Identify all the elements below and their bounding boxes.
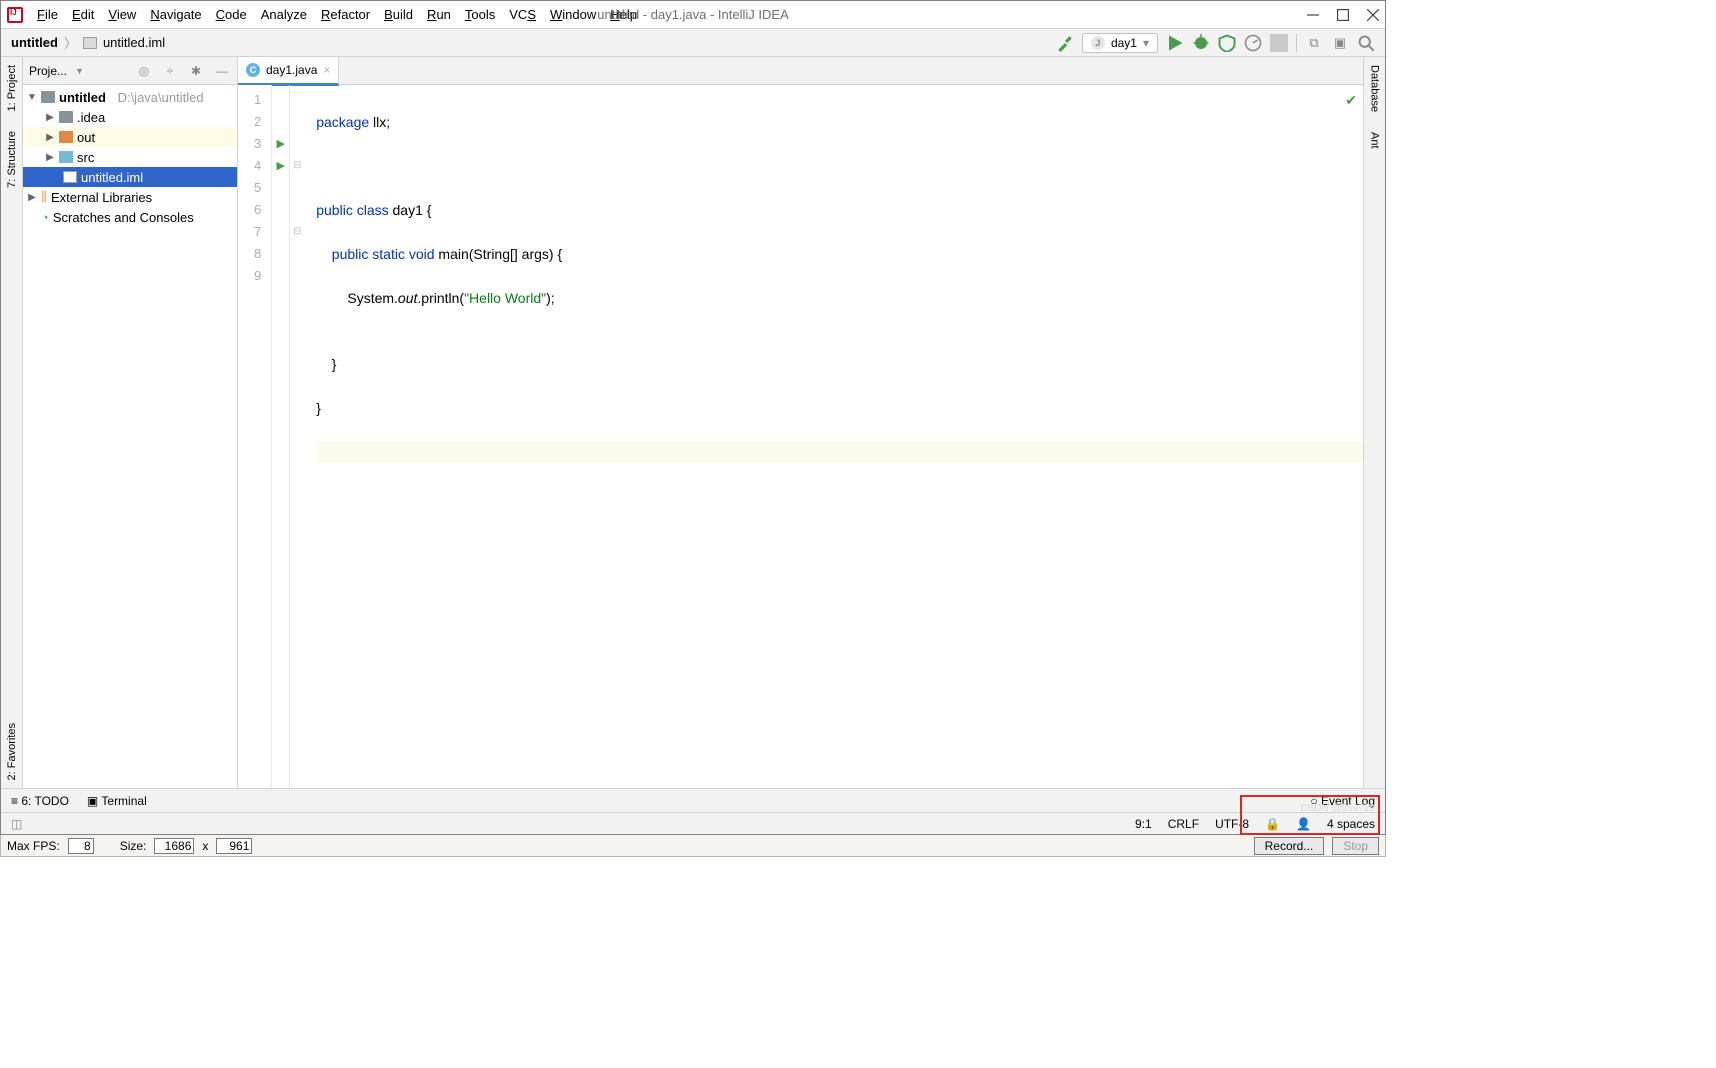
breadcrumb[interactable]: untitled 〉 untitled.iml (11, 33, 165, 52)
chevron-right-icon: 〉 (64, 33, 77, 52)
minimize-icon[interactable] (1307, 9, 1319, 21)
debug-icon[interactable] (1192, 34, 1210, 52)
tree-node-external-libs[interactable]: ▶⫼External Libraries (23, 187, 237, 207)
java-class-icon: C (246, 63, 260, 77)
run-config-combo[interactable]: J day1 ▾ (1082, 33, 1158, 53)
tool-todo[interactable]: ≡ 6: TODO (11, 794, 69, 808)
gear-icon[interactable]: ✱ (187, 62, 205, 80)
scratch-icon: ◔ (41, 210, 49, 225)
menu-edit[interactable]: Edit (72, 7, 94, 22)
coverage-icon[interactable] (1218, 34, 1236, 52)
panel-title: Proje... (29, 64, 67, 78)
profiler-icon[interactable] (1244, 34, 1262, 52)
search-everywhere-icon[interactable] (1357, 34, 1375, 52)
sidebar-tab-favorites[interactable]: 2: Favorites (6, 723, 18, 780)
menu-build[interactable]: Build (384, 7, 413, 22)
separator (1296, 34, 1297, 52)
build-hammer-icon[interactable] (1056, 34, 1074, 52)
presentation-icon[interactable]: ▣ (1331, 34, 1349, 52)
window-title: untitled - day1.java - IntelliJ IDEA (597, 7, 788, 22)
menu-window[interactable]: Window (550, 7, 596, 22)
file-icon (63, 171, 77, 183)
status-caret-pos[interactable]: 9:1 (1135, 817, 1152, 831)
status-encoding[interactable]: UTF-8 (1215, 817, 1249, 831)
menu-view[interactable]: View (108, 7, 136, 22)
library-icon: ⫼ (41, 189, 47, 205)
stop-button[interactable]: Stop (1332, 837, 1379, 855)
size-width-input[interactable] (154, 838, 194, 854)
file-icon (83, 37, 97, 49)
line-number-gutter: 123456789 (238, 85, 272, 788)
hide-icon[interactable]: — (213, 62, 231, 80)
maxfps-input[interactable] (68, 838, 94, 854)
menu-vcs[interactable]: VCS (509, 7, 536, 22)
tool-event-log[interactable]: ○ Event Log (1310, 794, 1375, 808)
crumb-root[interactable]: untitled (11, 35, 58, 50)
crumb-file[interactable]: untitled.iml (103, 35, 165, 50)
tree-node-idea[interactable]: ▶.idea (23, 107, 237, 127)
main-menu: File Edit View Navigate Code Analyze Refactor B… (37, 7, 637, 22)
app-logo-icon (7, 7, 23, 23)
run-method-icon[interactable]: ▶ (272, 155, 289, 177)
run-class-icon[interactable]: ▶ (272, 133, 289, 155)
tree-node-src[interactable]: ▶src (23, 147, 237, 167)
inspection-ok-icon[interactable]: ✔ (1345, 89, 1357, 111)
run-icon[interactable] (1166, 34, 1184, 52)
fold-gutter[interactable]: ⊟ ⊟ (290, 85, 304, 788)
tree-node-out[interactable]: ▶out (23, 127, 237, 147)
tree-root[interactable]: ▼untitled D:\java\untitled (23, 87, 237, 107)
folder-src-icon (59, 151, 73, 163)
menu-analyze[interactable]: Analyze (261, 7, 307, 22)
status-inspect-icon[interactable]: 👤 (1296, 817, 1311, 831)
record-button[interactable]: Record... (1254, 837, 1325, 855)
folder-icon (59, 111, 73, 123)
close-icon[interactable] (1367, 9, 1379, 21)
menu-file[interactable]: File (37, 7, 58, 22)
fold-close-icon[interactable]: ⊟ (290, 221, 304, 243)
fold-open-icon[interactable]: ⊟ (290, 155, 304, 177)
tool-terminal[interactable]: ▣ Terminal (87, 794, 147, 808)
menu-navigate[interactable]: Navigate (150, 7, 201, 22)
size-label: Size: (120, 839, 147, 853)
java-class-icon: J (1091, 36, 1105, 50)
menu-code[interactable]: Code (216, 7, 247, 22)
status-windows-icon[interactable]: ◫ (11, 817, 22, 831)
menu-refactor[interactable]: Refactor (321, 7, 370, 22)
sidebar-tab-project[interactable]: 1: Project (6, 65, 18, 111)
maxfps-label: Max FPS: (7, 839, 60, 853)
stop-icon[interactable] (1270, 34, 1288, 52)
status-lock-icon[interactable]: 🔒 (1265, 817, 1280, 831)
run-gutter[interactable]: ▶ ▶ (272, 85, 290, 788)
sidebar-tab-ant[interactable]: Ant (1369, 132, 1381, 149)
sidebar-tab-structure[interactable]: 7: Structure (6, 131, 18, 188)
status-indent[interactable]: 4 spaces (1327, 817, 1375, 831)
tree-node-iml[interactable]: untitled.iml (23, 167, 237, 187)
chevron-down-icon: ▾ (1143, 36, 1149, 50)
code-editor[interactable]: package llx; public class day1 { public … (304, 85, 1363, 788)
menu-tools[interactable]: Tools (465, 7, 495, 22)
collapse-icon[interactable]: ÷ (161, 62, 179, 80)
recorder-toolbar: Max FPS: Size: x Record... Stop (0, 835, 1386, 857)
size-height-input[interactable] (216, 838, 252, 854)
menu-run[interactable]: Run (427, 7, 451, 22)
module-icon (41, 91, 55, 103)
status-line-ending[interactable]: CRLF (1168, 817, 1199, 831)
sidebar-tab-database[interactable]: Database (1369, 65, 1381, 112)
editor-tab-day1[interactable]: C day1.java × (238, 57, 339, 86)
target-icon[interactable]: ◎ (135, 62, 153, 80)
chevron-down-icon[interactable]: ▼ (75, 66, 84, 76)
maximize-icon[interactable] (1337, 9, 1349, 21)
attach-icon[interactable]: ⧉ (1305, 34, 1323, 52)
folder-out-icon (59, 131, 73, 143)
close-tab-icon[interactable]: × (323, 63, 330, 77)
tree-node-scratches[interactable]: ◔Scratches and Consoles (23, 207, 237, 227)
